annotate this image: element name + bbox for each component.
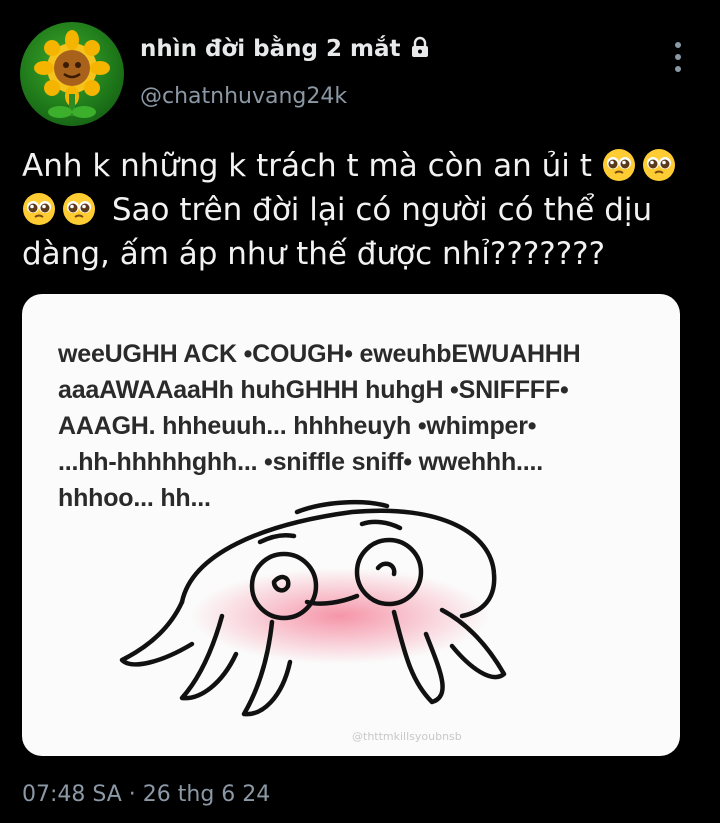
vertical-ellipsis-icon bbox=[675, 42, 681, 48]
vertical-ellipsis-dot bbox=[675, 54, 681, 60]
tweet-timestamp[interactable]: 07:48 SA · 26 thg 6 24 bbox=[22, 782, 270, 807]
tweet-text-part2: Sao trên đời lại có người có thể dịu dàn… bbox=[22, 192, 653, 272]
tweet-text: Anh k những k trách t mà còn an ủi t Sao… bbox=[22, 144, 702, 276]
avatar[interactable] bbox=[20, 22, 124, 126]
user-handle[interactable]: @chatnhuvang24k bbox=[140, 84, 347, 109]
pleading-face-emoji bbox=[642, 149, 675, 181]
crying-creature-drawing bbox=[119, 499, 507, 717]
pleading-face-emoji bbox=[23, 193, 55, 225]
pleading-face-emoji bbox=[63, 193, 95, 225]
tweet-media-image[interactable]: weeUGHH ACK •COUGH• eweuhbEWUAHHH aaaAWA… bbox=[22, 294, 680, 756]
more-options-button[interactable] bbox=[664, 40, 694, 74]
display-name[interactable]: nhìn đời bằng 2 mắt bbox=[140, 36, 431, 64]
lock-icon bbox=[409, 36, 431, 64]
sunflower-icon bbox=[34, 30, 110, 118]
tweet-text-part1: Anh k những k trách t mà còn an ủi t bbox=[22, 148, 592, 184]
vertical-ellipsis-dot bbox=[675, 66, 681, 72]
pleading-face-emoji bbox=[602, 149, 635, 181]
display-name-text: nhìn đời bằng 2 mắt bbox=[140, 36, 401, 62]
sunflower-avatar-image bbox=[34, 30, 110, 118]
meme-watermark: @thttmkillsyoubnsb bbox=[352, 730, 462, 743]
